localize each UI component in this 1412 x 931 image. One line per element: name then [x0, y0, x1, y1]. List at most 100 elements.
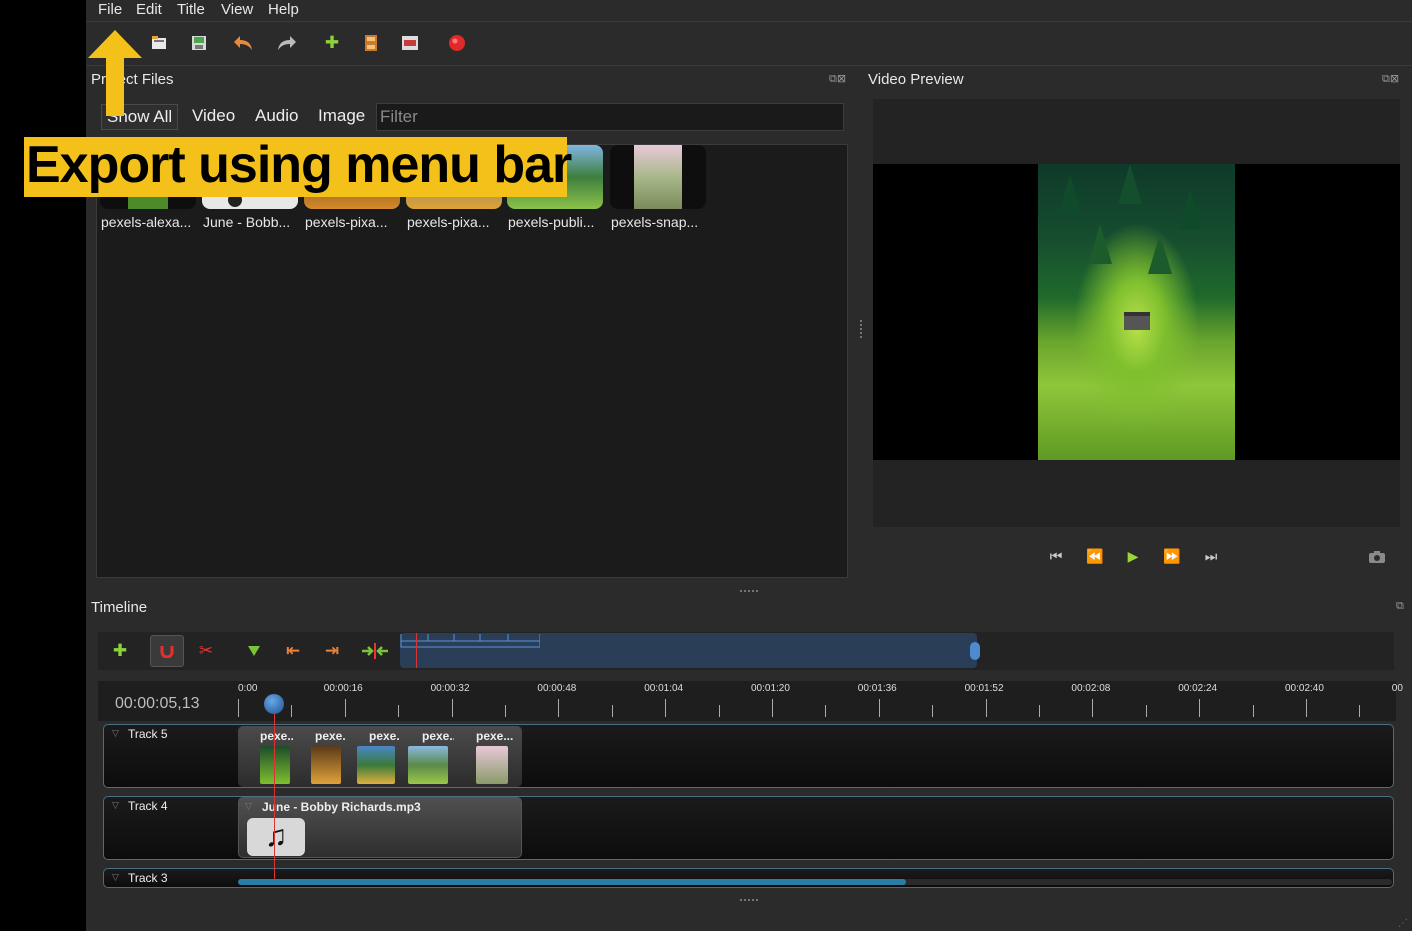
filter-input[interactable] — [376, 103, 844, 131]
ruler-label: 00:00:48 — [537, 683, 577, 694]
timeline-title: Timeline — [91, 599, 148, 616]
clip-label: June - Bobby Richards.mp3 — [262, 800, 421, 814]
add-track-icon[interactable]: ✚ — [109, 640, 131, 662]
splitter-handle[interactable] — [740, 590, 758, 592]
redo-icon[interactable] — [276, 32, 298, 54]
filter-video[interactable]: Video — [187, 104, 240, 130]
previous-marker-icon[interactable]: ⇤ — [282, 640, 304, 662]
menu-edit[interactable]: Edit — [136, 1, 162, 18]
next-marker-icon[interactable]: ⇥ — [321, 640, 343, 662]
ruler-tick — [772, 699, 773, 717]
panel-float-close-icon[interactable]: ⧉⊠ — [829, 72, 846, 86]
clip-label: pexe... — [369, 729, 401, 743]
ruler-tick — [932, 705, 934, 717]
undo-icon[interactable] — [232, 32, 254, 54]
main-toolbar: ✚ — [86, 22, 1412, 66]
video-clip[interactable]: pexe... — [454, 726, 522, 787]
ruler-label: 0:00 — [238, 683, 258, 694]
ruler-tick — [451, 699, 453, 717]
snapshot-icon[interactable] — [1367, 547, 1387, 565]
save-project-icon[interactable] — [188, 32, 210, 54]
file-name: pexels-pixa... — [305, 214, 388, 230]
timeline-scrollbar[interactable] — [238, 879, 1392, 885]
ruler-tick — [1359, 705, 1361, 717]
current-time-display: 00:00:05,13 — [115, 695, 200, 712]
file-name: pexels-publi... — [508, 214, 595, 230]
ruler-tick — [558, 699, 560, 717]
playhead-line — [274, 704, 275, 879]
music-note-icon: ♫ — [247, 818, 305, 856]
ruler-label: 00:02:24 — [1178, 683, 1218, 694]
ruler-label: 00 — [1391, 683, 1403, 694]
ruler-label: 00:01:36 — [857, 683, 897, 694]
add-marker-icon[interactable] — [243, 640, 265, 662]
export-video-icon[interactable] — [446, 32, 468, 54]
jump-start-icon[interactable]: ⏮ — [1046, 547, 1066, 565]
track-3[interactable]: ▽ Track 3 — [103, 868, 1394, 888]
import-files-icon[interactable]: ✚ — [321, 32, 343, 54]
track-collapse-icon[interactable]: ▽ — [112, 872, 119, 883]
preview-frame-image — [1038, 164, 1235, 460]
razor-icon[interactable]: ✂ — [195, 640, 217, 662]
ruler-tick — [665, 699, 667, 717]
ruler-tick — [1199, 699, 1201, 717]
ruler-tick — [718, 705, 720, 717]
center-playhead-icon[interactable] — [359, 640, 391, 662]
ruler-tick — [611, 705, 613, 717]
ruler-tick — [505, 705, 506, 717]
clip-label: pexe... — [422, 729, 456, 743]
ruler-tick — [985, 699, 987, 717]
fullscreen-icon[interactable] — [399, 32, 421, 54]
ruler-label: 00:01:20 — [751, 683, 790, 694]
rewind-icon[interactable]: ⏪ — [1085, 547, 1105, 565]
scrollbar-thumb[interactable] — [238, 879, 906, 885]
annotation-text: Export using menu bar — [26, 136, 572, 194]
ruler-tick — [1252, 705, 1254, 717]
clip-menu-icon[interactable]: ▽ — [245, 801, 252, 812]
filter-audio[interactable]: Audio — [250, 104, 303, 130]
snap-icon[interactable] — [150, 635, 184, 667]
menu-file[interactable]: File — [98, 1, 122, 18]
menu-bar: File Edit Title View Help — [86, 0, 1412, 22]
file-item[interactable]: pexels-snap... — [610, 145, 710, 230]
splitter-handle[interactable] — [860, 320, 862, 338]
menu-title[interactable]: Title — [177, 1, 205, 18]
profile-icon[interactable] — [360, 32, 382, 54]
panel-float-icon[interactable]: ⧉ — [1396, 600, 1404, 613]
ruler-label: 00:02:08 — [1071, 683, 1111, 694]
ruler-tick — [291, 705, 293, 717]
clip-label: pexe... — [315, 729, 345, 743]
ruler-tick — [878, 699, 880, 717]
resize-grip-icon[interactable]: ⋰ — [1398, 918, 1408, 929]
open-project-icon[interactable] — [148, 32, 170, 54]
zoom-slider-handle[interactable] — [970, 642, 980, 660]
video-preview-title: Video Preview — [868, 71, 964, 88]
ruler-tick — [1306, 699, 1307, 717]
ruler-tick — [825, 705, 827, 717]
file-thumbnail — [610, 145, 706, 209]
track-name: Track 3 — [128, 871, 168, 885]
splitter-handle[interactable] — [740, 899, 758, 901]
menu-view[interactable]: View — [221, 1, 253, 18]
menu-help[interactable]: Help — [268, 1, 299, 18]
timeline-zoom-slider[interactable] — [400, 633, 977, 668]
track-collapse-icon[interactable]: ▽ — [112, 800, 119, 811]
ruler-label: 00:00:32 — [430, 683, 470, 694]
track-collapse-icon[interactable]: ▽ — [112, 728, 119, 739]
panel-float-close-icon[interactable]: ⧉⊠ — [1382, 72, 1399, 86]
jump-end-icon[interactable]: ⏭ — [1201, 547, 1221, 565]
file-name: pexels-pixa... — [407, 214, 490, 230]
playhead-handle[interactable] — [264, 694, 284, 714]
fast-forward-icon[interactable]: ⏩ — [1162, 547, 1182, 565]
ruler-label: 00:01:04 — [644, 683, 684, 694]
ruler-tick — [1145, 705, 1147, 717]
clip-label: pexe... — [476, 729, 514, 743]
ruler-label: 00:02:40 — [1285, 683, 1324, 694]
audio-clip[interactable]: ▽ June - Bobby Richards.mp3 ♫ — [238, 797, 522, 858]
ruler-label: 00:00:16 — [323, 683, 363, 694]
up-arrow-icon — [88, 30, 142, 116]
filter-image[interactable]: Image — [313, 104, 370, 130]
play-icon[interactable]: ▶ — [1123, 547, 1143, 565]
file-name: pexels-alexa... — [101, 214, 192, 230]
file-name: June - Bobb... — [203, 214, 291, 230]
